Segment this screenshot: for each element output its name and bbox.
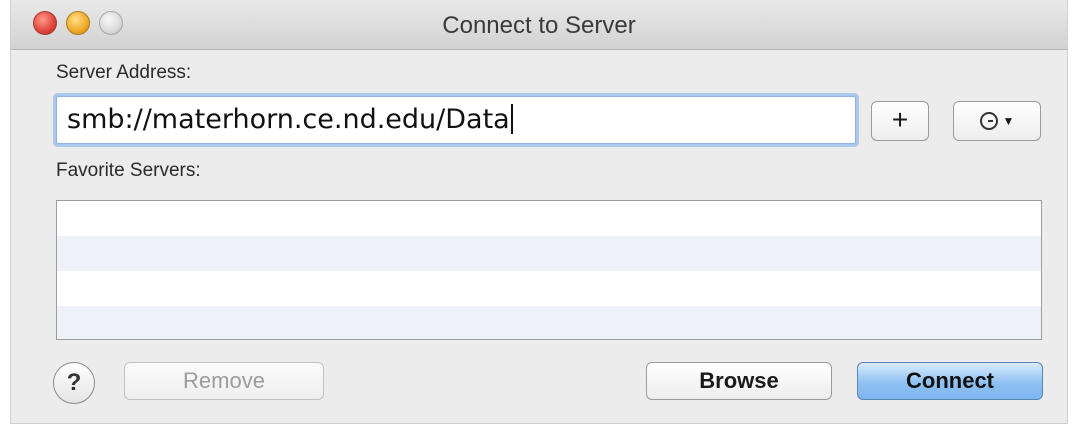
help-button[interactable]: ?: [53, 362, 95, 404]
clock-icon: [979, 112, 998, 130]
connect-button[interactable]: Connect: [857, 362, 1043, 400]
add-favorite-button[interactable]: +: [871, 101, 929, 141]
remove-button[interactable]: Remove: [124, 362, 324, 400]
recent-servers-button[interactable]: ▼: [953, 101, 1041, 141]
favorite-servers-list[interactable]: [56, 200, 1042, 340]
list-row: [57, 271, 1041, 306]
connect-to-server-window: Connect to Server Server Address: smb://…: [10, 0, 1068, 424]
server-address-label: Server Address:: [56, 62, 192, 83]
chevron-down-icon: ▼: [1002, 114, 1015, 128]
favorite-servers-label: Favorite Servers:: [56, 160, 201, 181]
window-title: Connect to Server: [442, 12, 636, 39]
title-bar: Connect to Server: [11, 0, 1067, 50]
server-address-input[interactable]: smb://materhorn.ce.nd.edu/Data: [56, 96, 856, 144]
text-caret: [510, 104, 513, 134]
browse-button[interactable]: Browse: [646, 362, 832, 400]
plus-icon: +: [891, 104, 909, 135]
server-address-value: smb://materhorn.ce.nd.edu/Data: [67, 104, 510, 135]
list-row: [57, 236, 1041, 271]
help-icon: ?: [66, 369, 82, 396]
list-row: [57, 201, 1041, 236]
list-row: [57, 306, 1041, 339]
